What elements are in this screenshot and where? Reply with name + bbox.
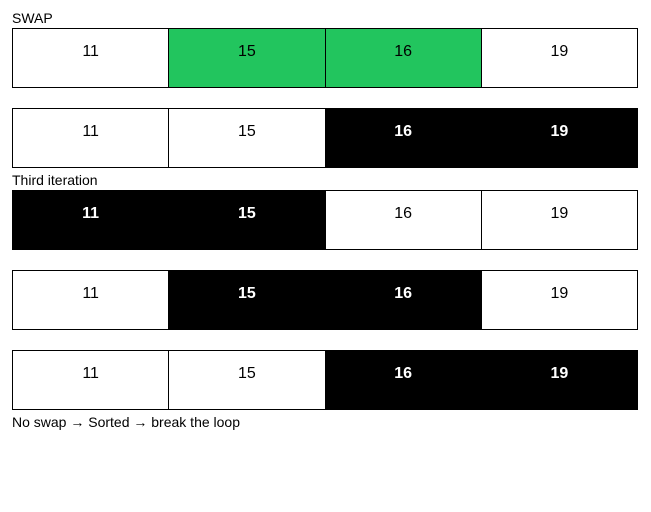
no-swap-label: No swap → Sorted → break the loop — [12, 414, 639, 430]
array-row: 11 15 16 19 — [12, 108, 638, 168]
array-cell: 11 — [13, 351, 169, 409]
array-cell: 15 — [169, 271, 325, 329]
array-cell: 11 — [13, 271, 169, 329]
array-cell: 16 — [326, 29, 482, 87]
array-row: 11 15 16 19 — [12, 28, 638, 88]
array-row: 11 15 16 19 — [12, 270, 638, 330]
array-cell: 19 — [482, 271, 637, 329]
array-cell: 11 — [13, 29, 169, 87]
array-cell: 19 — [482, 109, 637, 167]
array-cell: 16 — [326, 191, 482, 249]
array-row: 11 15 16 19 — [12, 350, 638, 410]
array-cell: 15 — [169, 191, 325, 249]
array-cell: 15 — [169, 109, 325, 167]
array-cell: 19 — [482, 191, 637, 249]
array-cell: 11 — [13, 109, 169, 167]
swap-label: SWAP — [12, 10, 639, 26]
array-row: 11 15 16 19 — [12, 190, 638, 250]
array-cell: 16 — [326, 109, 482, 167]
array-cell: 16 — [326, 351, 482, 409]
array-cell: 15 — [169, 351, 325, 409]
third-iteration-label: Third iteration — [12, 172, 639, 188]
array-cell: 11 — [13, 191, 169, 249]
array-cell: 15 — [169, 29, 325, 87]
array-cell: 19 — [482, 351, 637, 409]
array-cell: 19 — [482, 29, 637, 87]
array-cell: 16 — [326, 271, 482, 329]
